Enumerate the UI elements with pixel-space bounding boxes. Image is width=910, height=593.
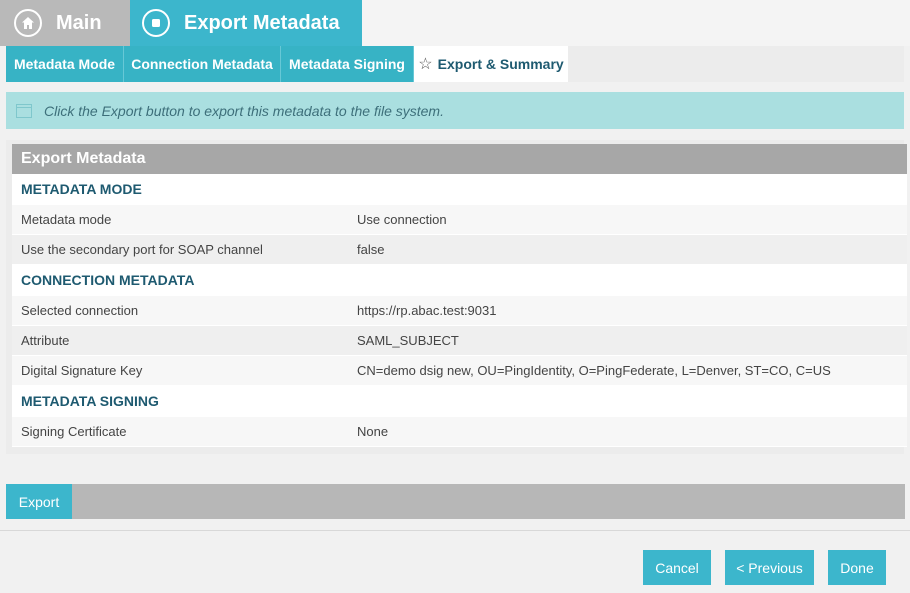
breadcrumb-export-label: Export Metadata [184, 11, 340, 34]
table-row: Signing Certificate None [12, 417, 907, 447]
section-title: METADATA SIGNING [12, 386, 907, 417]
table-row: Use the secondary port for SOAP channel … [12, 235, 907, 265]
row-key: Digital Signature Key [21, 363, 143, 378]
tab-label: Export & Summary [437, 56, 564, 72]
tab-label: Metadata Signing [289, 56, 405, 72]
tab-label: Connection Metadata [131, 56, 273, 72]
tab-connection-metadata[interactable]: Connection Metadata [124, 46, 281, 82]
table-row: Selected connection https://rp.abac.test… [12, 296, 907, 326]
previous-button[interactable]: < Previous [725, 550, 814, 585]
row-key: Attribute [21, 333, 70, 348]
wizard-tabs: Metadata Mode Connection Metadata Metada… [6, 46, 904, 82]
row-key: Use the secondary port for SOAP channel [21, 242, 263, 257]
tab-label: Metadata Mode [13, 56, 116, 72]
row-key: Selected connection [21, 303, 139, 318]
breadcrumb-main-label: Main [56, 11, 102, 34]
panel-title: Export Metadata [12, 144, 907, 174]
row-value: false [357, 242, 385, 257]
cancel-button[interactable]: Cancel [643, 550, 711, 585]
top-header: Main Export Metadata [0, 0, 910, 46]
star-icon: ☆ [418, 56, 433, 73]
tab-metadata-signing[interactable]: Metadata Signing [281, 46, 414, 82]
row-value: CN=demo dsig new, OU=PingIdentity, O=Pin… [357, 363, 831, 378]
tab-metadata-mode[interactable]: Metadata Mode [6, 46, 124, 82]
row-key: Signing Certificate [21, 424, 127, 439]
row-key: Metadata mode [21, 212, 112, 227]
summary-rows: METADATA MODE Metadata mode Use connecti… [12, 174, 907, 447]
section-title: CONNECTION METADATA [12, 265, 907, 296]
row-value: Use connection [357, 212, 447, 227]
table-row: Attribute SAML_SUBJECT [12, 326, 907, 356]
export-button[interactable]: Export [6, 484, 72, 519]
banner-text: Click the Export button to export this m… [44, 102, 444, 119]
window-icon [16, 103, 32, 118]
home-icon [14, 9, 42, 37]
table-row: Digital Signature Key CN=demo dsig new, … [12, 356, 907, 386]
footer-divider [0, 530, 910, 531]
section-title: METADATA MODE [12, 174, 907, 205]
export-toolbar: Export [6, 484, 905, 519]
summary-panel: Export Metadata METADATA MODE Metadata m… [6, 140, 907, 454]
info-banner: Click the Export button to export this m… [6, 92, 904, 129]
done-button[interactable]: Done [828, 550, 886, 585]
tab-export-summary[interactable]: ☆ Export & Summary [414, 46, 568, 82]
breadcrumb-export-metadata: Export Metadata [130, 0, 362, 46]
stop-icon [142, 9, 170, 37]
row-value: None [357, 424, 389, 439]
breadcrumb-main[interactable]: Main [0, 0, 130, 46]
row-value: https://rp.abac.test:9031 [357, 303, 497, 318]
table-row: Metadata mode Use connection [12, 205, 907, 235]
row-value: SAML_SUBJECT [357, 333, 459, 348]
